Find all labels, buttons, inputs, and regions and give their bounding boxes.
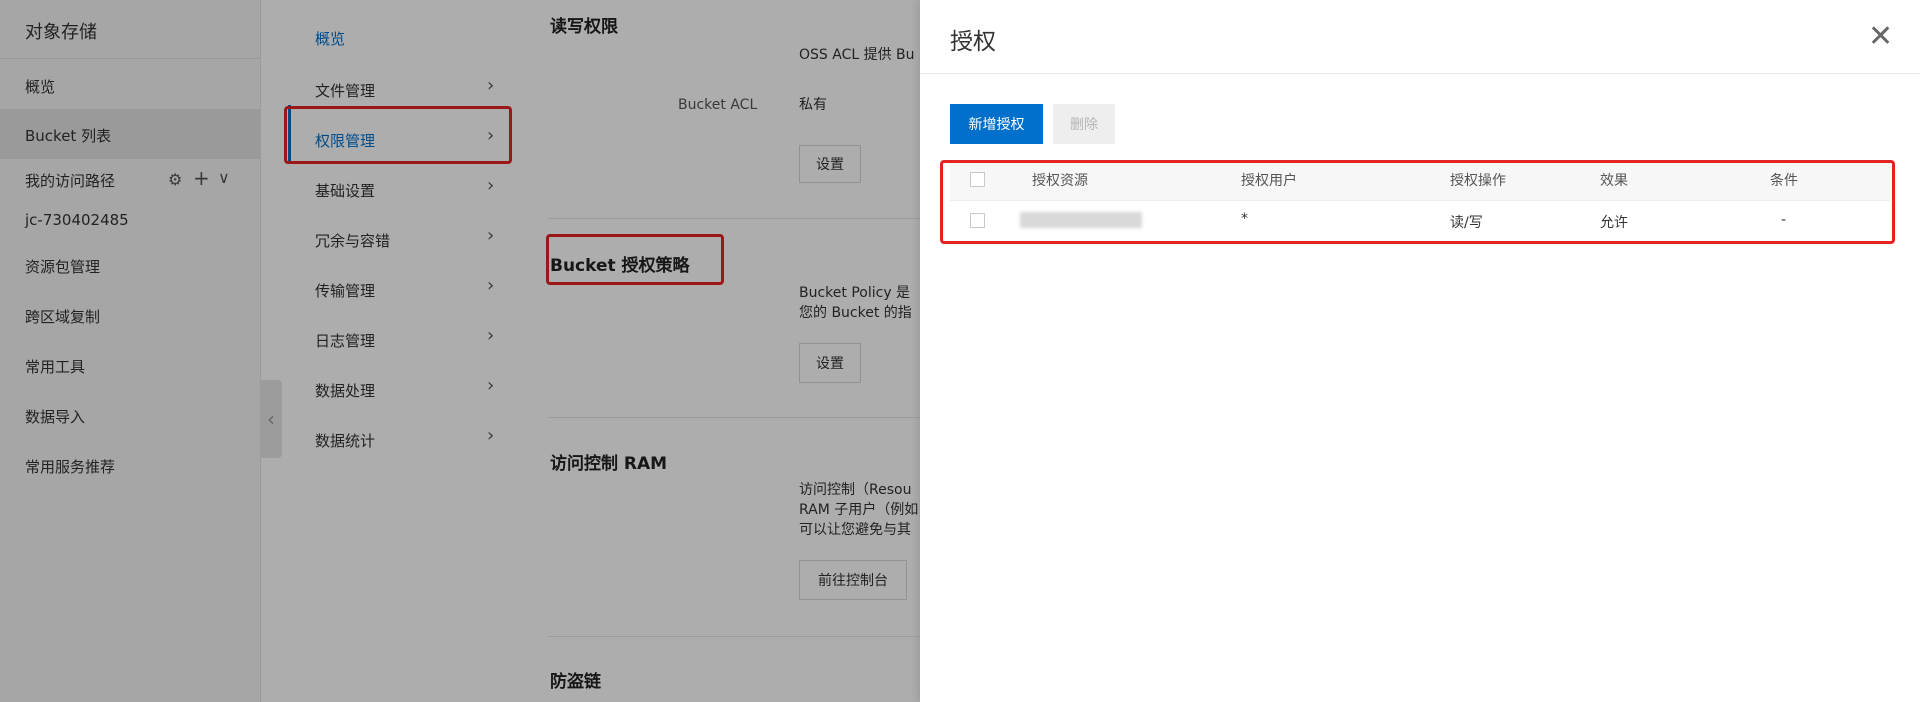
modal-backdrop[interactable] [0, 0, 920, 702]
authorization-drawer: 授权 ✕ 新增授权 删除 授权资源 授权用户 授权操作 效果 条件 * 读/写 … [920, 0, 1920, 702]
delete-button[interactable]: 删除 [1053, 104, 1115, 144]
highlight-box-table [940, 160, 1895, 244]
close-icon[interactable]: ✕ [1868, 22, 1893, 52]
add-authorization-button[interactable]: 新增授权 [950, 104, 1043, 144]
drawer-title: 授权 [950, 29, 996, 55]
drawer-header-divider [920, 73, 1920, 74]
